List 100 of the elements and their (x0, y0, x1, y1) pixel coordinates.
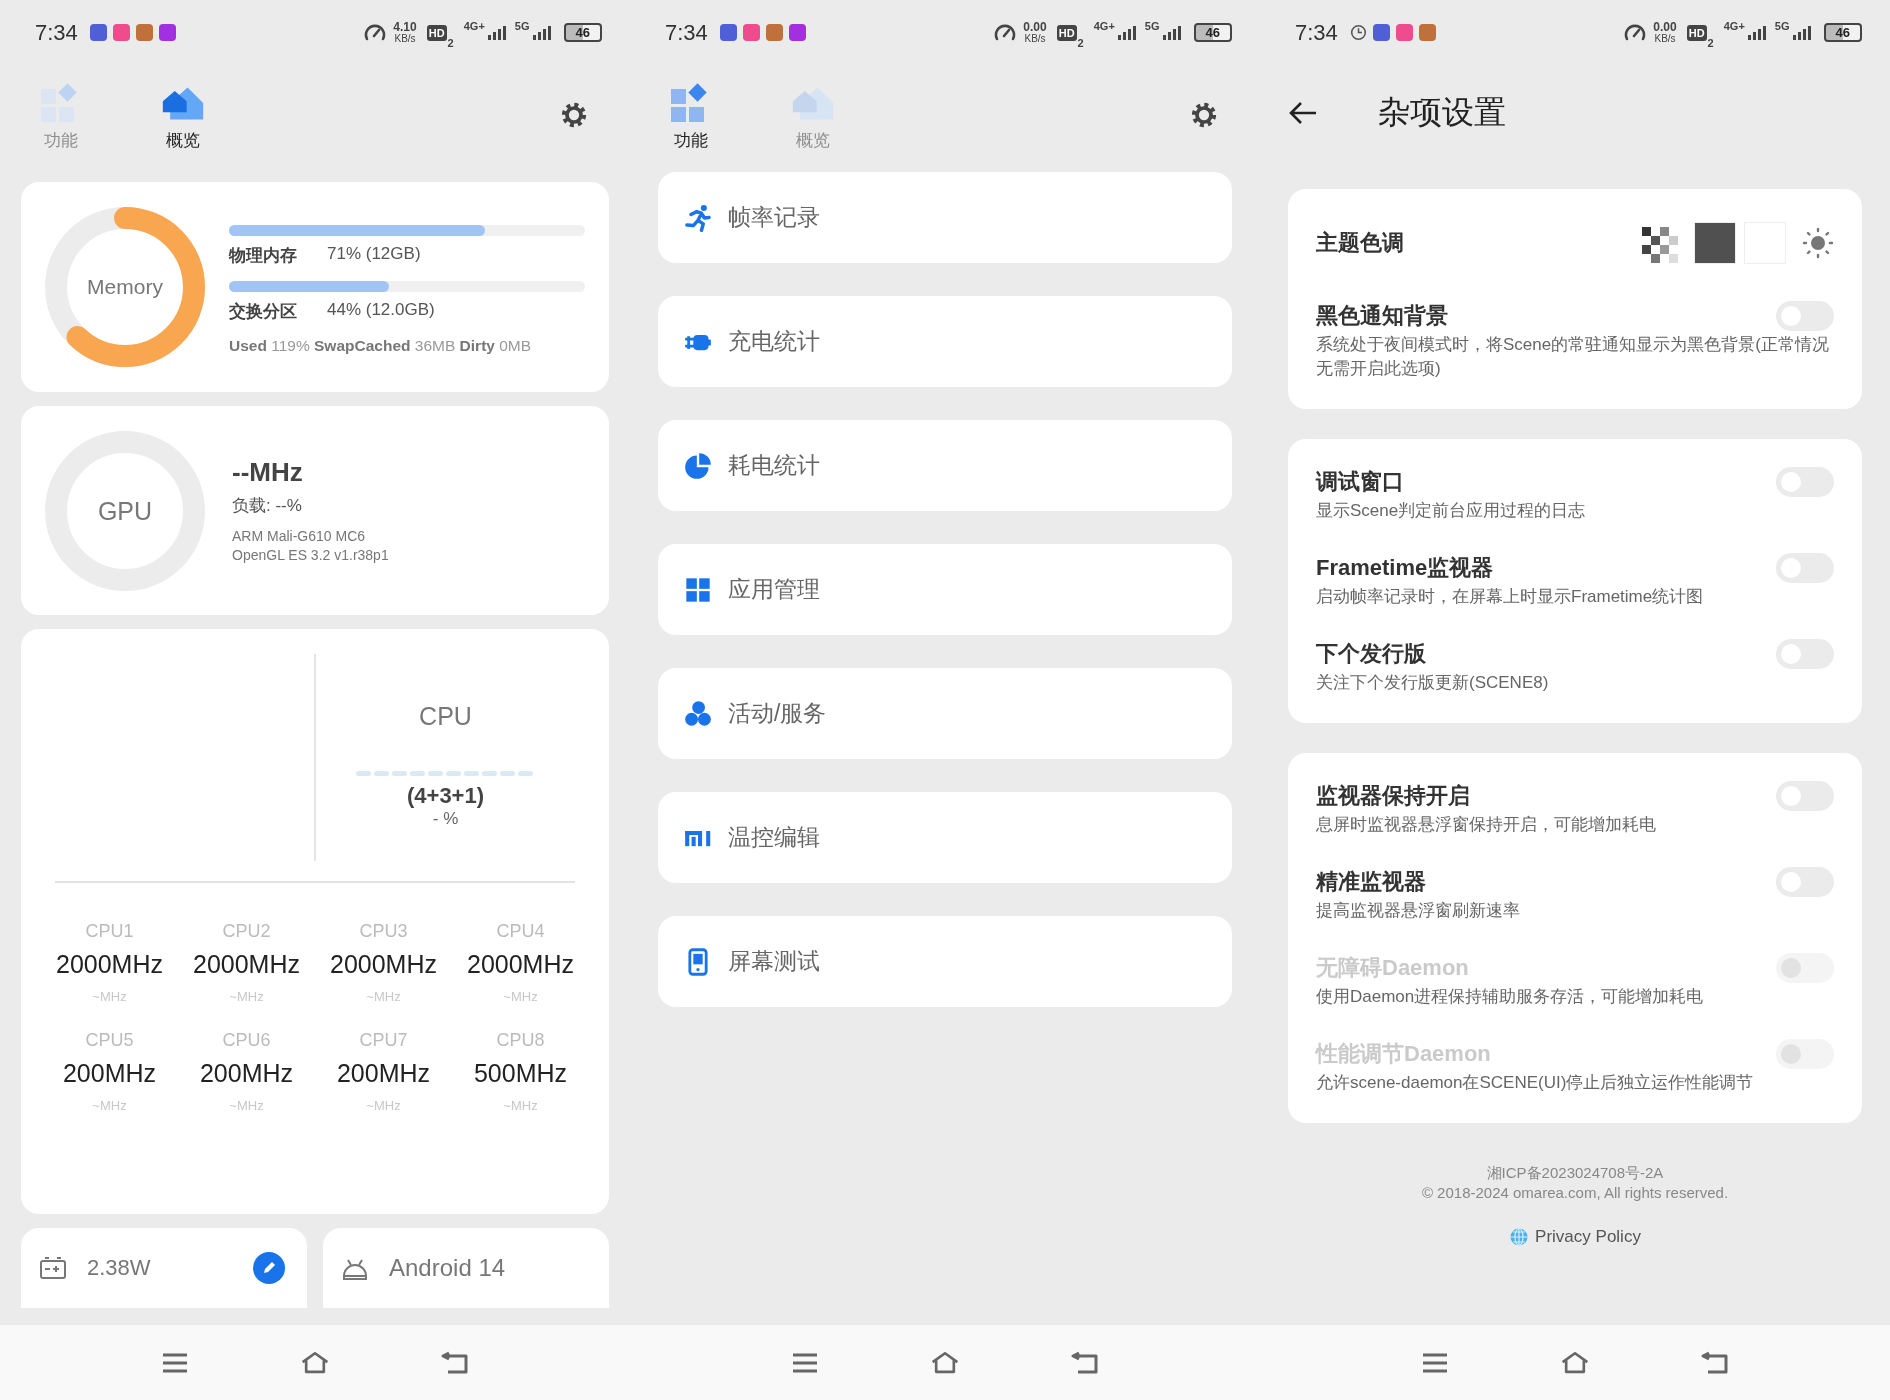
privacy-policy-link[interactable]: Privacy Policy (1509, 1227, 1641, 1247)
core-frequency: 2000MHz (56, 950, 163, 979)
setting-description: 提高监视器悬浮窗刷新速率 (1316, 900, 1521, 922)
speed-unit: KB/s (394, 32, 416, 44)
settings-icon[interactable] (1190, 101, 1218, 129)
core-name: CPU2 (222, 921, 271, 942)
back-icon[interactable] (1070, 1349, 1100, 1376)
hd-badge: HD (1686, 24, 1707, 41)
copyright-notice: © 2018-2024 omarea.com, All rights reserved. (1421, 1183, 1729, 1203)
edit-button[interactable] (253, 1252, 285, 1284)
cluster-layout: (4+3+1) (406, 783, 485, 809)
android-version: Android 14 (389, 1254, 506, 1282)
memory-label: 交换分区 (229, 301, 297, 323)
network-type: 4G+ (1723, 20, 1745, 32)
ring-label: Memory (87, 275, 163, 299)
status-time: 7:34 (1295, 19, 1338, 46)
core-frequency: 200MHz (336, 1059, 431, 1088)
network-type: 5G (1144, 20, 1160, 32)
network-type: 5G (1774, 20, 1790, 32)
color-swatch[interactable] (1694, 222, 1736, 264)
signal-icon (531, 24, 554, 41)
menu-item[interactable]: 帧率记录 (658, 172, 1232, 263)
menu-item[interactable]: 耗电统计 (658, 420, 1232, 511)
menu-item[interactable]: 屏幕测试 (658, 916, 1232, 1007)
home-icon[interactable] (930, 1349, 960, 1376)
core-frequency: 2000MHz (193, 950, 300, 979)
battery-indicator: 46 (1193, 23, 1232, 42)
circles-icon (684, 699, 712, 728)
network-speed: 0.00 (1653, 21, 1677, 33)
globe-icon (1509, 1227, 1530, 1247)
core-frequency: 200MHz (62, 1059, 157, 1088)
setting-description: 关注下个发行版更新(SCENE8) (1316, 672, 1550, 694)
hd-badge: HD (1056, 24, 1077, 41)
setting-title: 调试窗口 (1316, 468, 1404, 496)
network-type: 5G (514, 20, 530, 32)
sim-number: 2 (447, 37, 454, 49)
network-speed: 0.00 (1023, 21, 1047, 33)
pie-chart-icon (684, 451, 712, 480)
back-arrow-icon[interactable] (1288, 101, 1318, 125)
status-time: 7:34 (35, 19, 78, 46)
gpu-model: ARM Mali-G610 MC6 (232, 526, 367, 546)
signal-icon (1116, 24, 1139, 41)
sim-number: 2 (1707, 37, 1714, 49)
clock-icon (1349, 24, 1367, 41)
setting-description: 系统处于夜间模式时，将Scene的常驻通知显示为黑色背景(正常情况无需开启此选项) (1316, 334, 1830, 380)
core-name: CPU7 (359, 1030, 408, 1051)
home-icon[interactable] (1560, 1349, 1590, 1376)
core-name: CPU1 (85, 921, 134, 942)
core-name: CPU6 (222, 1030, 271, 1051)
tab[interactable]: 概览 (150, 83, 216, 152)
sim-number: 2 (1077, 37, 1084, 49)
battery-icon (39, 1256, 67, 1280)
menu-item[interactable]: 应用管理 (658, 544, 1232, 635)
setting-title: 监视器保持开启 (1316, 782, 1470, 810)
speed-unit: KB/s (1654, 32, 1676, 44)
core-name: CPU8 (496, 1030, 545, 1051)
core-frequency: 2000MHz (330, 950, 437, 979)
setting-description: 启动帧率记录时，在屏幕上时显示Frametime统计图 (1316, 586, 1705, 608)
running-figure-icon (684, 203, 712, 232)
cpu-load: - % (432, 809, 459, 829)
battery-indicator: 46 (1823, 23, 1862, 42)
menu-item[interactable]: 充电统计 (658, 296, 1232, 387)
core-frequency: 200MHz (199, 1059, 294, 1088)
settings-icon[interactable] (560, 101, 588, 129)
memory-stats: Used 119% SwapCached 36MB Dirty 0MB (229, 337, 533, 355)
menu-item[interactable]: 活动/服务 (658, 668, 1232, 759)
home-icon[interactable] (300, 1349, 330, 1376)
signal-icon (1746, 24, 1769, 41)
tab[interactable]: 功能 (658, 83, 724, 152)
network-speed: 4.10 (393, 21, 417, 33)
setting-title: Frametime监视器 (1316, 554, 1494, 582)
signal-icon (1791, 24, 1814, 41)
gpu-frequency: --MHz (232, 456, 304, 488)
network-type: 4G+ (463, 20, 485, 32)
menu-item[interactable]: 温控编辑 (658, 792, 1232, 883)
core-name: CPU5 (85, 1030, 134, 1051)
speed-unit: KB/s (1024, 32, 1046, 44)
hd-badge: HD (426, 24, 447, 41)
memory-value: 44% (12.0GB) (327, 300, 435, 321)
back-icon[interactable] (440, 1349, 470, 1376)
license-number: 湘ICP备2023024708号-2A (1486, 1163, 1664, 1183)
setting-title: 主题色调 (1316, 229, 1404, 257)
power-reading: 2.38W (87, 1255, 151, 1281)
back-icon[interactable] (1700, 1349, 1730, 1376)
network-type: 4G+ (1093, 20, 1115, 32)
setting-title: 精准监视器 (1316, 868, 1426, 896)
memory-value: 71% (12GB) (327, 244, 421, 265)
signal-icon (486, 24, 509, 41)
memory-label: 物理内存 (229, 245, 297, 267)
battery-indicator: 46 (563, 23, 602, 42)
core-name: CPU4 (496, 921, 545, 942)
setting-title: 黑色通知背景 (1316, 302, 1448, 330)
brightness-icon[interactable] (1802, 227, 1834, 259)
setting-description: 使用Daemon进程保持辅助服务存活，可能增加耗电 (1316, 986, 1705, 1008)
setting-description: 息屏时监视器悬浮窗保持开启，可能增加耗电 (1316, 814, 1657, 836)
setting-title: 下个发行版 (1316, 640, 1426, 668)
core-name: CPU3 (359, 921, 408, 942)
cpu-title: CPU (419, 702, 472, 731)
page-title: 杂项设置 (1378, 93, 1506, 132)
setting-description: 允许scene-daemon在SCENE(UI)停止后独立运作性能调节 (1316, 1072, 1755, 1094)
